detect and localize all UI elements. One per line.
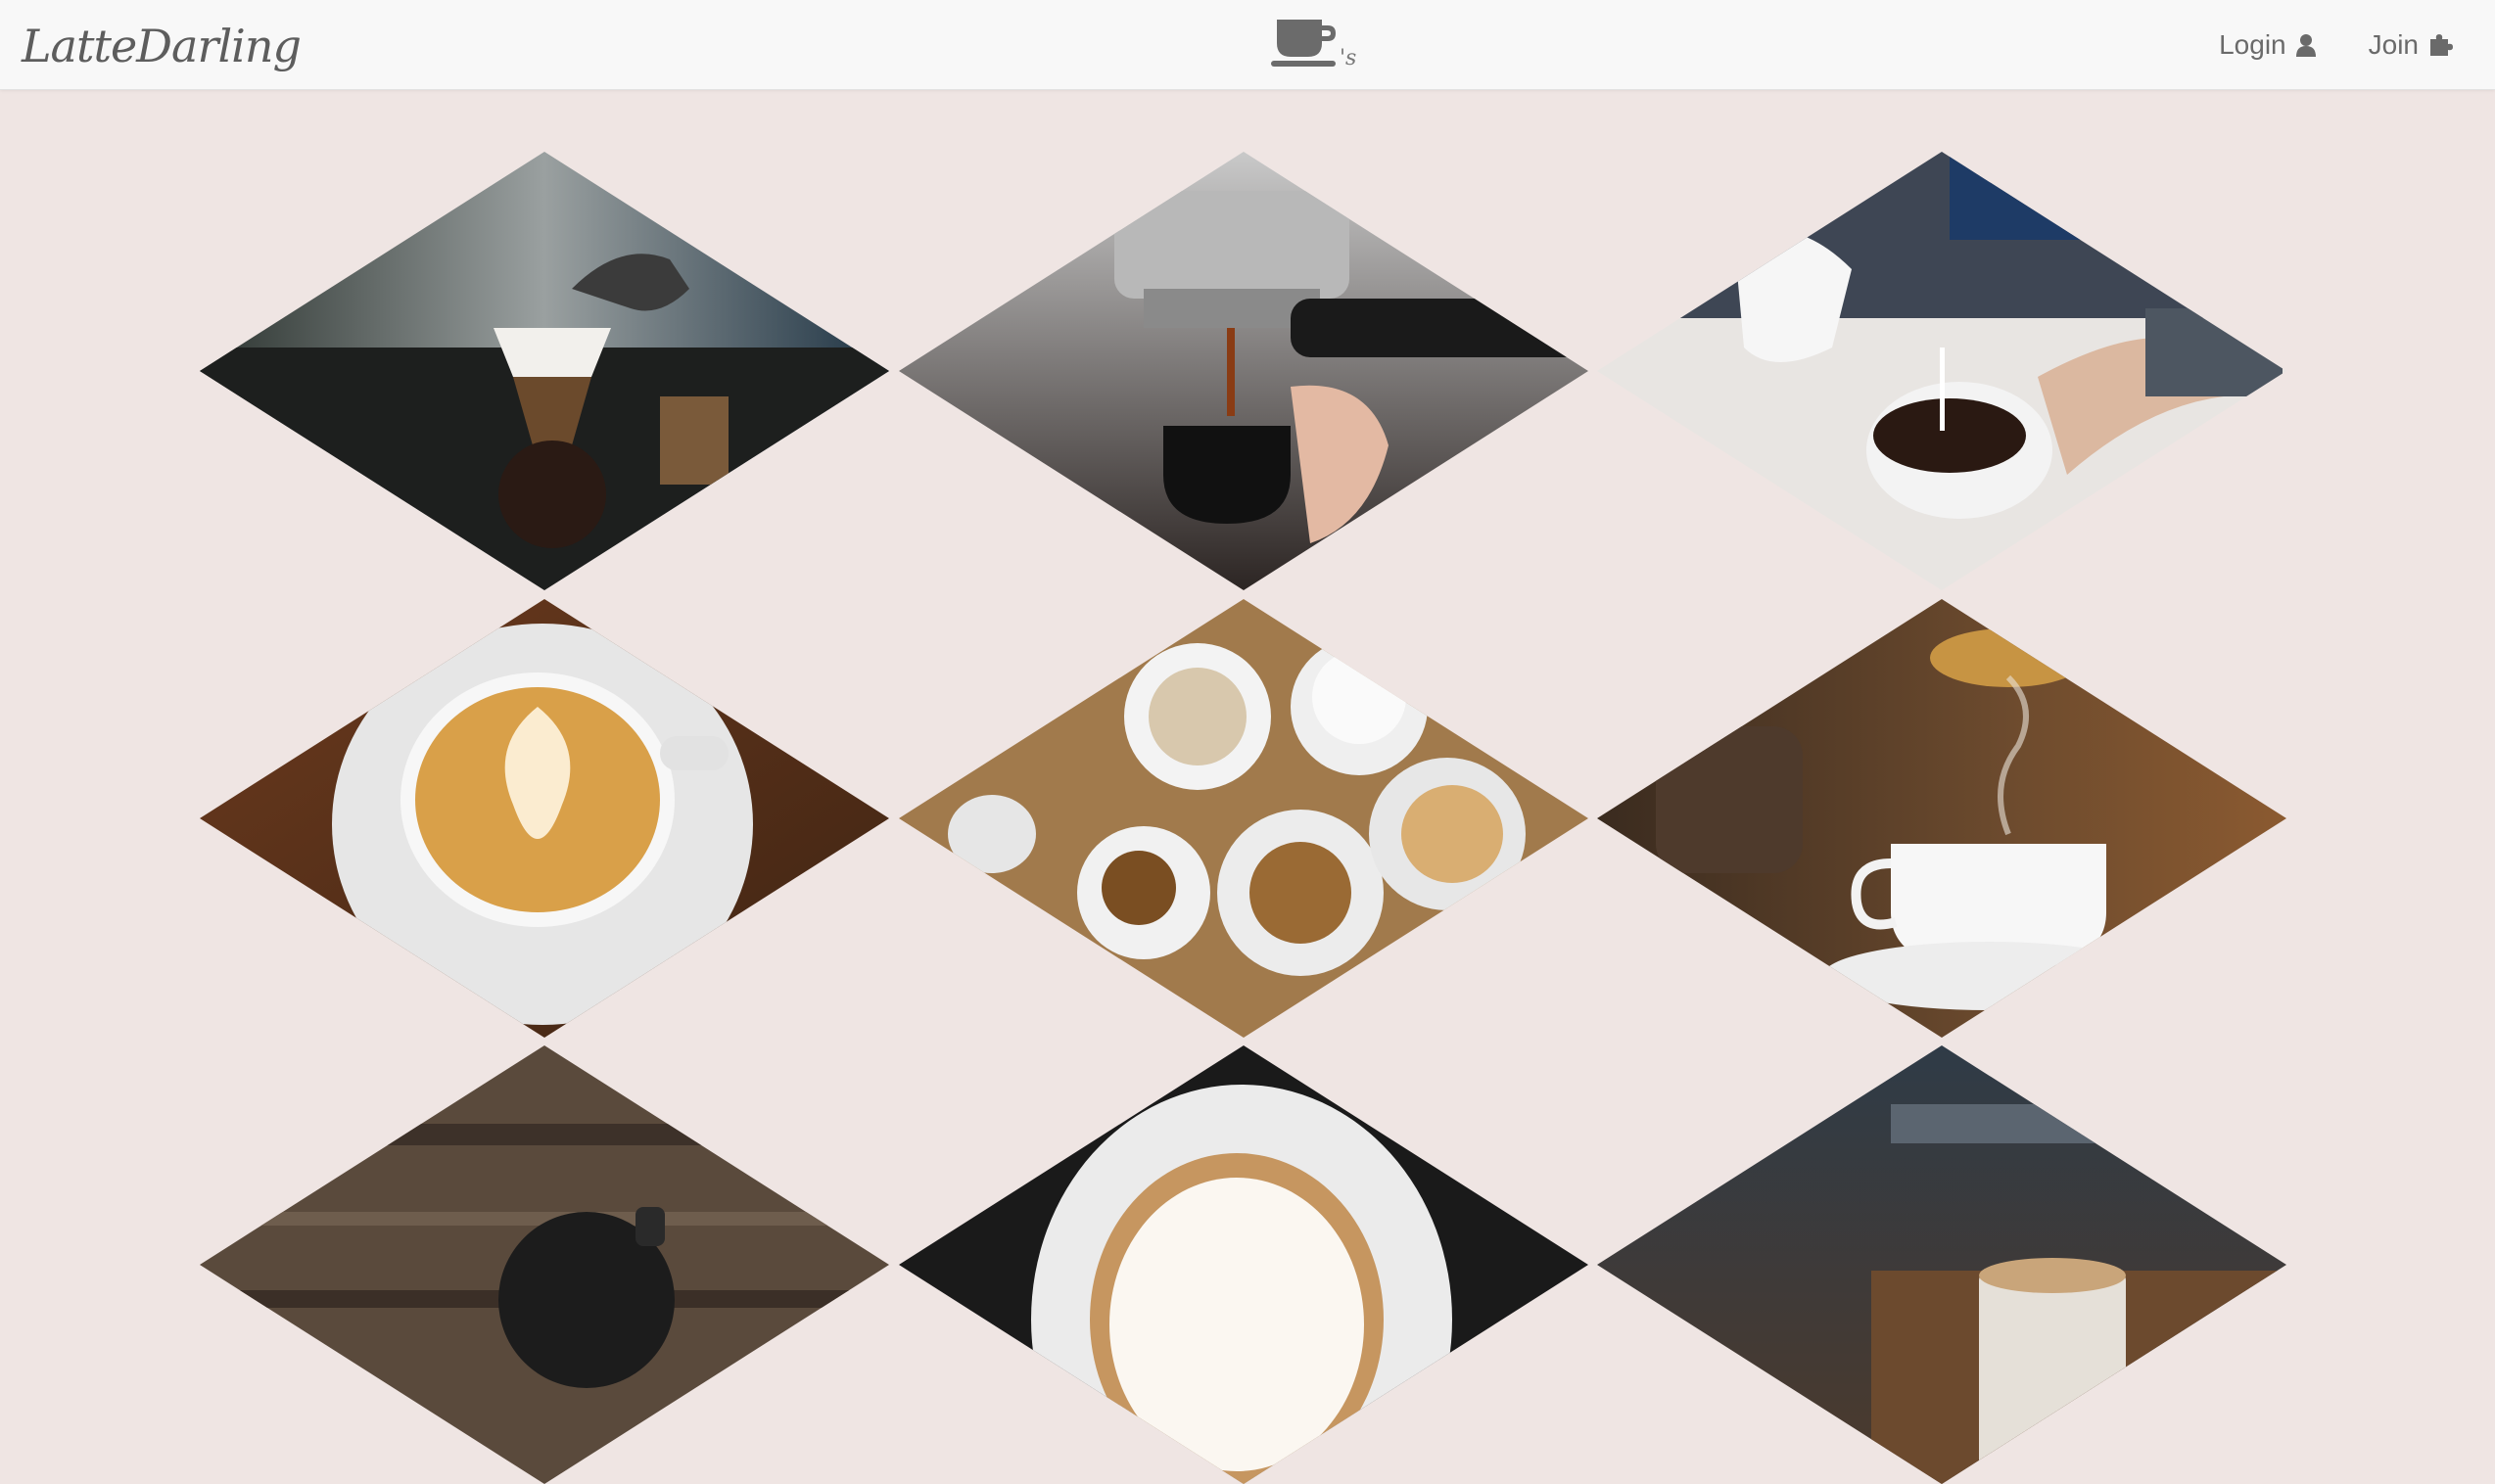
photo-gallery bbox=[0, 0, 2495, 1484]
gallery-tile-cafe-glass[interactable] bbox=[1597, 1045, 2286, 1484]
gallery-tile-cups-table[interactable] bbox=[899, 599, 1588, 1038]
gallery-tile-pour-over[interactable] bbox=[200, 152, 889, 590]
gallery-tile-cafe-cup[interactable] bbox=[1597, 599, 2286, 1038]
gallery-tile-cappuccino[interactable] bbox=[899, 1045, 1588, 1484]
gallery-tile-espresso-machine[interactable] bbox=[899, 152, 1588, 590]
gallery-tile-wood-mug[interactable] bbox=[200, 1045, 889, 1484]
gallery-tile-latte-art[interactable] bbox=[200, 599, 889, 1038]
gallery-tile-milk-pour[interactable] bbox=[1597, 152, 2286, 590]
